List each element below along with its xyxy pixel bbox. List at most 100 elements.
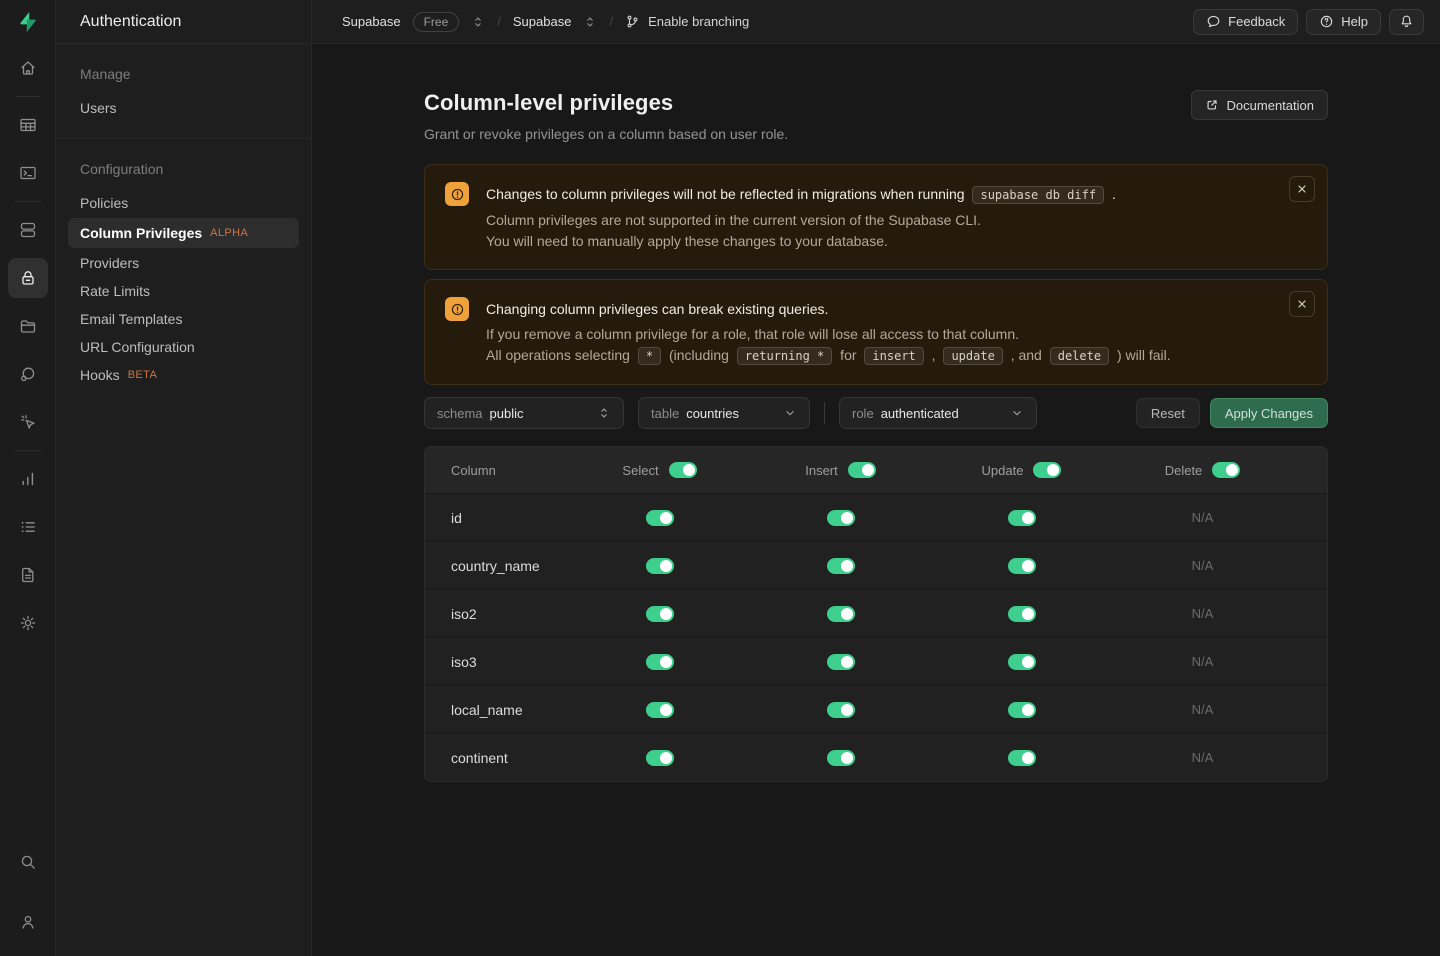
nav-database[interactable] [8, 210, 48, 250]
toggle-update[interactable] [1008, 606, 1036, 622]
nav-edge-functions[interactable] [8, 354, 48, 394]
nav-home[interactable] [8, 48, 48, 88]
search-icon [18, 852, 38, 872]
banner-title: Changing column privileges can break exi… [486, 299, 1171, 320]
warning-icon [445, 297, 469, 321]
reset-button[interactable]: Reset [1136, 398, 1200, 428]
sidebar-item-label: Users [80, 100, 117, 116]
documentation-button[interactable]: Documentation [1191, 90, 1328, 120]
toggle-update[interactable] [1008, 750, 1036, 766]
table-row: country_name N/A [425, 541, 1327, 589]
toggle-update[interactable] [1008, 702, 1036, 718]
nav-settings[interactable] [8, 603, 48, 643]
toggle-insert[interactable] [827, 606, 855, 622]
nav-storage[interactable] [8, 306, 48, 346]
toggle-update[interactable] [1008, 558, 1036, 574]
sidebar-item-providers[interactable]: Providers [56, 249, 311, 277]
logs-icon [18, 517, 38, 537]
beta-badge: BETA [128, 369, 158, 381]
update-header-label: Update [982, 463, 1024, 478]
toggle-select[interactable] [646, 606, 674, 622]
help-circle-icon [1319, 14, 1334, 29]
nav-reports[interactable] [8, 459, 48, 499]
breadcrumb-org[interactable]: Supabase [342, 14, 401, 29]
column-name: local_name [425, 702, 569, 718]
rail-divider [15, 96, 41, 97]
sidebar-heading-configuration: Configuration [56, 161, 311, 177]
rail-bottom [8, 838, 48, 946]
table-editor-icon [18, 115, 38, 135]
toggle-update[interactable] [1008, 654, 1036, 670]
table-header-row: Column Select Insert Update [425, 447, 1327, 493]
toggle-select[interactable] [646, 558, 674, 574]
insert-header-label: Insert [805, 463, 838, 478]
feedback-button[interactable]: Feedback [1193, 9, 1298, 35]
supabase-logo[interactable] [0, 0, 55, 44]
toggle-insert[interactable] [827, 510, 855, 526]
banner-line: You will need to manually apply these ch… [486, 231, 1116, 252]
feedback-label: Feedback [1228, 14, 1285, 29]
toggle-insert[interactable] [827, 558, 855, 574]
banner-dismiss-button[interactable] [1289, 176, 1315, 202]
nav-realtime[interactable] [8, 402, 48, 442]
documentation-label: Documentation [1227, 98, 1314, 113]
banner-title: Changes to column privileges will not be… [486, 184, 1116, 206]
sidebar-item-label: Hooks [80, 367, 120, 383]
toggle-update[interactable] [1008, 510, 1036, 526]
nav-account[interactable] [8, 902, 48, 942]
banner-line: Column privileges are not supported in t… [486, 210, 1116, 231]
toggle-select[interactable] [646, 510, 674, 526]
page-header: Column-level privileges Grant or revoke … [424, 90, 1328, 142]
sidebar-item-email-templates[interactable]: Email Templates [56, 305, 311, 333]
breadcrumb-separator: / [497, 14, 501, 29]
help-button[interactable]: Help [1306, 9, 1381, 35]
org-switcher[interactable] [471, 15, 485, 29]
sidebar-item-label: Policies [80, 195, 128, 211]
role-select[interactable]: role authenticated [839, 397, 1037, 429]
notifications-button[interactable] [1389, 9, 1424, 35]
project-switcher[interactable] [583, 15, 597, 29]
nav-sql-editor[interactable] [8, 153, 48, 193]
nav-search[interactable] [8, 842, 48, 882]
toggle-insert[interactable] [827, 654, 855, 670]
sidebar-divider [56, 138, 311, 139]
toggle-select[interactable] [646, 654, 674, 670]
realtime-icon [18, 412, 38, 432]
toggle-insert-all[interactable] [848, 462, 876, 478]
enable-branching-button[interactable]: Enable branching [625, 14, 749, 29]
sidebar-item-url-configuration[interactable]: URL Configuration [56, 333, 311, 361]
sidebar-item-rate-limits[interactable]: Rate Limits [56, 277, 311, 305]
database-icon [18, 220, 38, 240]
main-content: Column-level privileges Grant or revoke … [312, 44, 1440, 956]
toggle-insert[interactable] [827, 702, 855, 718]
nav-authentication[interactable] [8, 258, 48, 298]
settings-icon [18, 613, 38, 633]
sidebar-item-users[interactable]: Users [56, 94, 311, 122]
toggle-update-all[interactable] [1033, 462, 1061, 478]
nav-table-editor[interactable] [8, 105, 48, 145]
table-select[interactable]: table countries [638, 397, 810, 429]
chat-bubble-icon [1206, 14, 1221, 29]
schema-select[interactable]: schema public [424, 397, 624, 429]
plan-badge[interactable]: Free [413, 12, 460, 32]
breadcrumb: Supabase Free / Supabase / [312, 12, 749, 32]
nav-logs[interactable] [8, 507, 48, 547]
apply-changes-button[interactable]: Apply Changes [1210, 398, 1328, 428]
sidebar-item-policies[interactable]: Policies [56, 189, 311, 217]
delete-not-applicable: N/A [1192, 702, 1214, 717]
sidebar-item-column-privileges[interactable]: Column Privileges ALPHA [68, 218, 299, 248]
nav-api-docs[interactable] [8, 555, 48, 595]
banner-dismiss-button[interactable] [1289, 291, 1315, 317]
toggle-delete-all[interactable] [1212, 462, 1240, 478]
sidebar-item-hooks[interactable]: Hooks BETA [56, 361, 311, 389]
toggle-select[interactable] [646, 750, 674, 766]
breadcrumb-project[interactable]: Supabase [513, 14, 572, 29]
toggle-select[interactable] [646, 702, 674, 718]
home-icon [18, 58, 38, 78]
delete-not-applicable: N/A [1192, 558, 1214, 573]
toggle-select-all[interactable] [669, 462, 697, 478]
toggle-insert[interactable] [827, 750, 855, 766]
delete-not-applicable: N/A [1192, 654, 1214, 669]
sql-editor-icon [18, 163, 38, 183]
external-link-icon [1205, 98, 1219, 112]
